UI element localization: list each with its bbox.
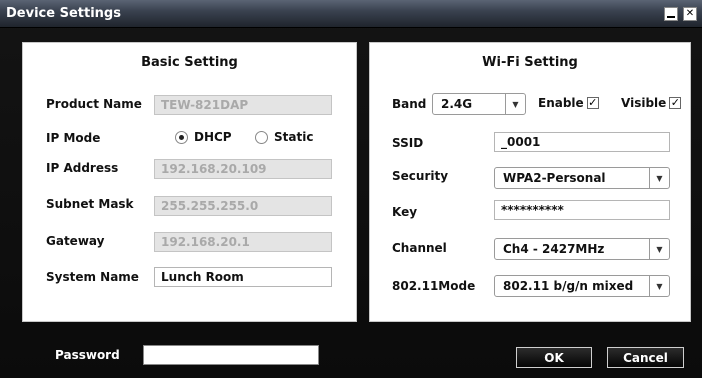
wifi-setting-panel: Wi-Fi Setting Band 2.4G ▼ Enable ✓ Visib…	[369, 42, 691, 322]
chevron-down-icon: ▼	[649, 239, 669, 259]
visible-checkbox[interactable]: ✓	[669, 97, 682, 109]
title-bar: Device Settings ✕	[0, 0, 702, 28]
subnet-mask-field[interactable]: 255.255.255.0	[154, 196, 332, 216]
ok-button[interactable]: OK	[516, 347, 592, 368]
close-icon: ✕	[685, 8, 695, 19]
gateway-field[interactable]: 192.168.20.1	[154, 232, 332, 252]
chevron-down-icon: ▼	[649, 168, 669, 188]
cancel-button[interactable]: Cancel	[607, 347, 684, 368]
dhcp-radio[interactable]: DHCP	[175, 130, 232, 144]
gateway-label: Gateway	[46, 234, 105, 248]
mode-label: 802.11Mode	[392, 279, 476, 293]
ip-mode-label: IP Mode	[46, 131, 101, 145]
dhcp-label: DHCP	[194, 130, 232, 144]
chevron-down-icon: ▼	[505, 94, 525, 114]
device-settings-window: Device Settings ✕ Basic Setting Product …	[0, 0, 702, 378]
minimize-icon	[667, 16, 675, 18]
band-label: Band	[392, 97, 427, 111]
password-label: Password	[55, 348, 120, 362]
enable-label: Enable	[538, 96, 584, 110]
system-name-label: System Name	[46, 270, 139, 284]
ssid-label: SSID	[392, 136, 424, 150]
password-field[interactable]	[143, 345, 319, 365]
channel-label: Channel	[392, 241, 447, 255]
band-value: 2.4G	[441, 97, 473, 111]
security-label: Security	[392, 169, 449, 183]
basic-setting-panel: Basic Setting Product Name TEW-821DAP IP…	[22, 42, 357, 322]
ip-address-field[interactable]: 192.168.20.109	[154, 159, 332, 179]
static-radio-button[interactable]	[255, 130, 268, 144]
radio-selected-dot	[179, 134, 184, 140]
product-name-field: TEW-821DAP	[154, 95, 332, 115]
close-button[interactable]: ✕	[683, 7, 697, 21]
product-name-label: Product Name	[46, 97, 142, 111]
channel-select[interactable]: Ch4 - 2427MHz ▼	[494, 238, 670, 260]
dhcp-radio-button[interactable]	[175, 130, 188, 144]
subnet-mask-label: Subnet Mask	[46, 197, 134, 211]
static-radio[interactable]: Static	[255, 130, 313, 144]
static-label: Static	[274, 130, 314, 144]
visible-label: Visible	[621, 96, 667, 110]
enable-checkbox-group[interactable]: Enable ✓	[538, 96, 599, 110]
basic-setting-title: Basic Setting	[141, 55, 238, 70]
mode-value: 802.11 b/g/n mixed	[503, 279, 634, 293]
visible-checkbox-group[interactable]: Visible ✓	[621, 96, 682, 110]
system-name-field[interactable]: Lunch Room	[154, 267, 332, 287]
key-field[interactable]: **********	[494, 200, 670, 220]
security-value: WPA2-Personal	[503, 171, 606, 185]
band-select[interactable]: 2.4G ▼	[432, 93, 526, 115]
mode-select[interactable]: 802.11 b/g/n mixed ▼	[494, 275, 670, 297]
enable-checkbox[interactable]: ✓	[586, 97, 599, 109]
minimize-button[interactable]	[664, 7, 678, 21]
key-label: Key	[392, 205, 418, 219]
security-select[interactable]: WPA2-Personal ▼	[494, 167, 670, 189]
chevron-down-icon: ▼	[649, 276, 669, 296]
window-title: Device Settings	[6, 6, 121, 21]
channel-value: Ch4 - 2427MHz	[503, 242, 605, 256]
ip-address-label: IP Address	[46, 161, 119, 175]
wifi-setting-title: Wi-Fi Setting	[482, 55, 578, 70]
ssid-field[interactable]: _0001	[494, 132, 670, 152]
